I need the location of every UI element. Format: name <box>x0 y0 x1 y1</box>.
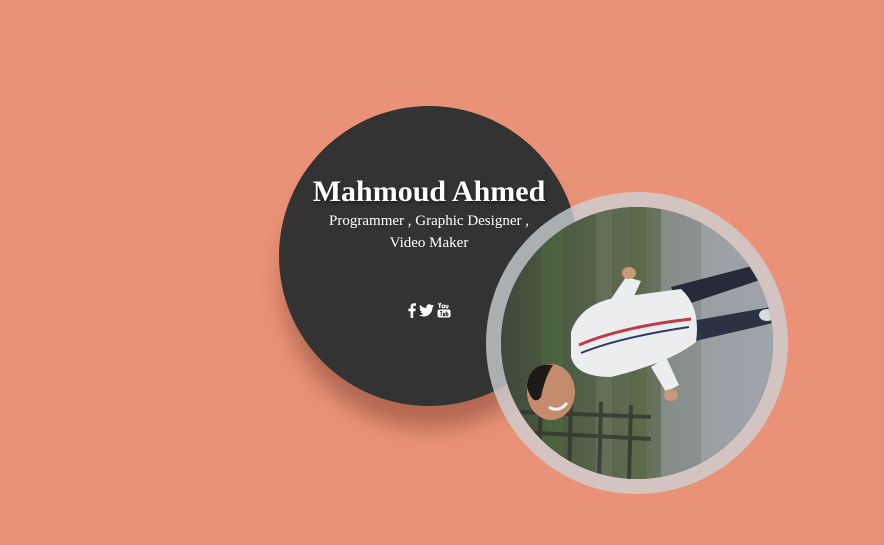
youtube-link[interactable] <box>437 301 451 319</box>
twitter-link[interactable] <box>418 301 434 319</box>
profile-photo <box>501 207 773 479</box>
profile-photo-frame <box>486 192 788 494</box>
facebook-link[interactable] <box>407 301 416 319</box>
page: Mahmoud Ahmed Programmer , Graphic Desig… <box>0 0 884 545</box>
profile-name: Mahmoud Ahmed <box>312 175 546 208</box>
youtube-icon <box>437 302 450 318</box>
twitter-icon <box>418 303 434 316</box>
facebook-icon <box>407 302 416 318</box>
profile-photo-image <box>501 207 773 479</box>
profile-role: Programmer , Graphic Designer , Video Ma… <box>329 213 529 251</box>
